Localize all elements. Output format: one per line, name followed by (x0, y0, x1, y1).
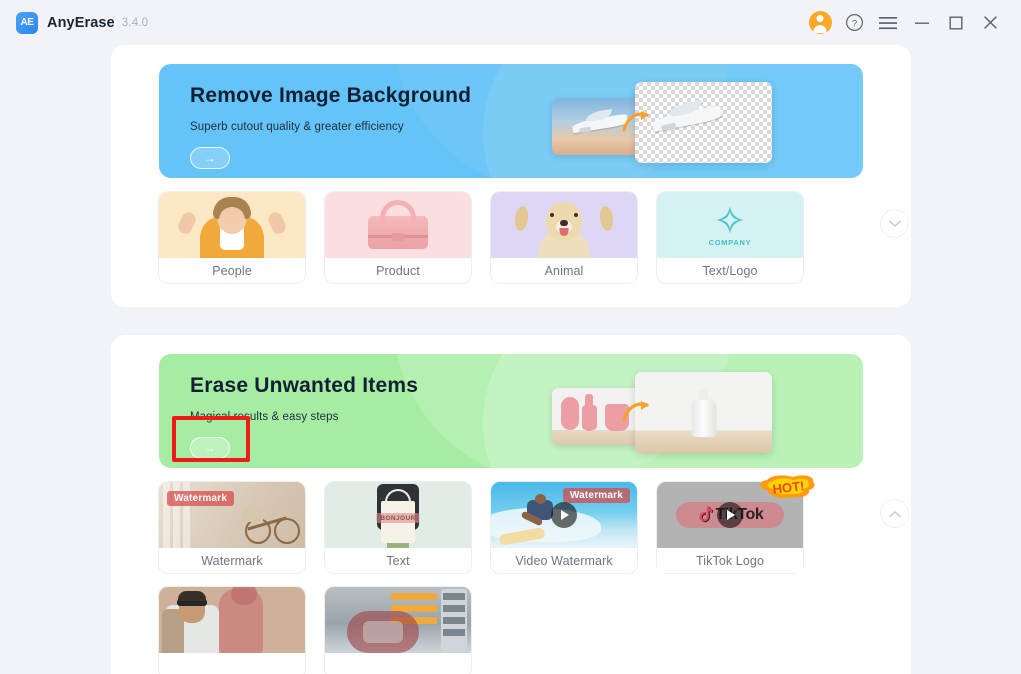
maximize-icon (949, 16, 963, 30)
card-label: TikTok Logo (657, 548, 803, 573)
transform-arrow-icon (622, 111, 649, 132)
card-product[interactable]: Product (325, 192, 471, 283)
watermark-tag: Watermark (167, 491, 235, 506)
card-row-erase-categories-overflow (159, 587, 863, 674)
card-text-logo[interactable]: COMPANY Text/Logo (657, 192, 803, 283)
banner-go-button[interactable]: → (190, 147, 230, 169)
title-bar: AE AnyErase 3.4.0 ? (0, 0, 1021, 45)
banner-artwork-product-erase (540, 370, 835, 455)
play-button[interactable] (717, 502, 743, 528)
banner-go-button[interactable]: → (172, 416, 250, 462)
banner-erase-unwanted-items[interactable]: Erase Unwanted Items Magical results & e… (159, 354, 863, 468)
card-thumbnail (159, 192, 305, 258)
minimize-button[interactable] (905, 6, 939, 40)
card-label: Text (325, 548, 471, 573)
card-thumbnail (325, 587, 471, 653)
card-thumbnail (491, 192, 637, 258)
section-remove-image-background: Remove Image Background Superb cutout qu… (111, 45, 911, 307)
account-avatar-icon (808, 11, 832, 34)
card-label (159, 653, 305, 674)
card-label: Animal (491, 258, 637, 283)
section-erase-unwanted-items: Erase Unwanted Items Magical results & e… (111, 335, 911, 674)
company-logo-label: COMPANY (708, 237, 752, 247)
chevron-up-icon (888, 510, 901, 517)
close-icon (983, 16, 997, 29)
arrow-right-icon: → (204, 151, 216, 165)
arrow-right-icon: → (204, 441, 216, 455)
card-label: Product (325, 258, 471, 283)
watermark-tag: Watermark (562, 488, 630, 503)
card-people[interactable]: People (159, 192, 305, 283)
maximize-button[interactable] (939, 6, 973, 40)
card-text[interactable]: BONJOUR Text (325, 482, 471, 573)
play-button[interactable] (551, 502, 577, 528)
content-scroll-area[interactable]: Remove Image Background Superb cutout qu… (0, 45, 1021, 674)
card-label: Text/Logo (657, 258, 803, 283)
card-label: Watermark (159, 548, 305, 573)
card-object-remove[interactable] (325, 587, 471, 674)
card-thumbnail (325, 192, 471, 258)
close-button[interactable] (973, 6, 1007, 40)
chevron-down-icon (888, 220, 901, 227)
card-watermark[interactable]: Watermark Watermark (159, 482, 305, 573)
app-version: 3.4.0 (121, 16, 149, 29)
transform-arrow-icon (622, 401, 649, 422)
card-thumbnail: TikTok HOT! (657, 475, 815, 548)
account-button[interactable] (803, 6, 837, 40)
minimize-icon (915, 22, 929, 24)
card-thumbnail: Watermark (491, 482, 637, 548)
card-thumbnail: Watermark (159, 482, 305, 548)
svg-text:?: ? (851, 18, 856, 29)
expand-background-categories-button[interactable] (880, 209, 909, 238)
text-tag: BONJOUR (376, 513, 420, 523)
card-row-erase-categories: Watermark Watermark BONJOUR Text Waterma… (159, 475, 909, 573)
card-thumbnail: COMPANY (657, 192, 803, 258)
card-animal[interactable]: Animal (491, 192, 637, 283)
card-label: Video Watermark (491, 548, 637, 573)
artwork-after-image (635, 82, 772, 163)
hamburger-menu-icon (879, 16, 897, 29)
card-person-remove[interactable] (159, 587, 305, 674)
help-button[interactable]: ? (837, 6, 871, 40)
menu-button[interactable] (871, 6, 905, 40)
card-thumbnail (159, 587, 305, 653)
card-thumbnail: BONJOUR (325, 482, 471, 548)
banner-artwork-airplane (540, 80, 835, 165)
card-row-background-categories: People Product Animal COMPANY Text/Logo (159, 192, 909, 283)
artwork-after-image (635, 372, 772, 453)
company-logo-icon (716, 205, 744, 234)
tiktok-note-icon (698, 506, 713, 523)
collapse-erase-categories-button[interactable] (880, 499, 909, 528)
app-logo-icon: AE (16, 11, 38, 34)
hot-badge-icon: HOT! (760, 475, 815, 499)
card-tiktok-logo[interactable]: TikTok HOT! TikTok Logo (657, 475, 815, 573)
app-name: AnyErase (47, 14, 115, 31)
help-icon: ? (845, 14, 863, 31)
card-video-watermark[interactable]: Watermark Video Watermark (491, 482, 637, 573)
banner-remove-image-background[interactable]: Remove Image Background Superb cutout qu… (159, 64, 863, 178)
card-label: People (159, 258, 305, 283)
card-label (325, 653, 471, 674)
